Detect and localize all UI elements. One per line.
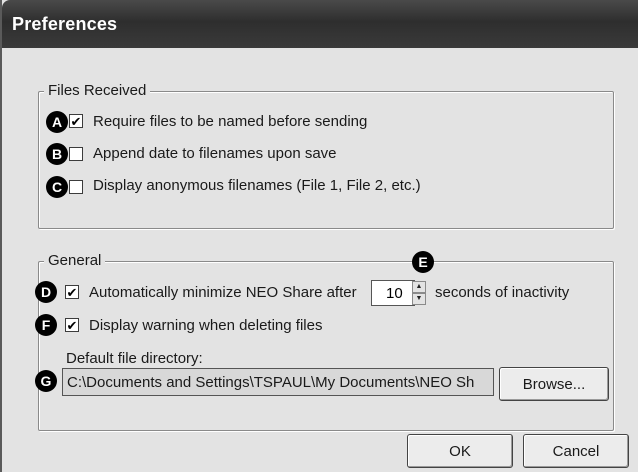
callout-badge-c: C (46, 176, 68, 198)
default-directory-field[interactable]: C:\Documents and Settings\TSPAUL\My Docu… (62, 368, 494, 396)
anonymous-filenames-label: Display anonymous filenames (File 1, Fil… (93, 177, 421, 194)
require-name-checkbox[interactable]: ✔ (69, 114, 83, 128)
auto-minimize-label: Automatically minimize NEO Share after (89, 284, 357, 301)
title-bar[interactable]: Preferences (2, 0, 638, 48)
general-legend: General (44, 252, 106, 269)
callout-badge-g: G (35, 370, 57, 392)
files-received-legend: Files Received (44, 82, 151, 99)
delete-warning-checkbox[interactable]: ✔ (65, 318, 79, 332)
callout-badge-f: F (35, 314, 57, 336)
cancel-button[interactable]: Cancel (523, 434, 629, 468)
spin-up-icon[interactable]: ▲ (412, 281, 426, 293)
auto-minimize-checkbox[interactable]: ✔ (65, 285, 79, 299)
minimize-seconds-spinner[interactable]: ▲ ▼ (412, 281, 426, 305)
default-directory-label: Default file directory: (66, 350, 203, 367)
callout-badge-b: B (46, 143, 68, 165)
window-title: Preferences (12, 14, 118, 34)
preferences-window: Preferences Files Received A ✔ Require f… (0, 0, 638, 472)
minimize-seconds-input[interactable]: 10 (371, 280, 415, 306)
ok-button[interactable]: OK (407, 434, 513, 468)
callout-badge-d: D (35, 281, 57, 303)
append-date-label: Append date to filenames upon save (93, 145, 337, 162)
anonymous-filenames-checkbox[interactable] (69, 180, 83, 194)
callout-badge-a: A (46, 111, 68, 133)
inactivity-suffix-label: seconds of inactivity (435, 284, 570, 301)
callout-badge-e: E (412, 251, 434, 273)
spin-down-icon[interactable]: ▼ (412, 293, 426, 305)
append-date-checkbox[interactable] (69, 147, 83, 161)
delete-warning-label: Display warning when deleting files (89, 317, 323, 334)
browse-button[interactable]: Browse... (499, 367, 609, 401)
require-name-label: Require files to be named before sending (93, 113, 368, 130)
